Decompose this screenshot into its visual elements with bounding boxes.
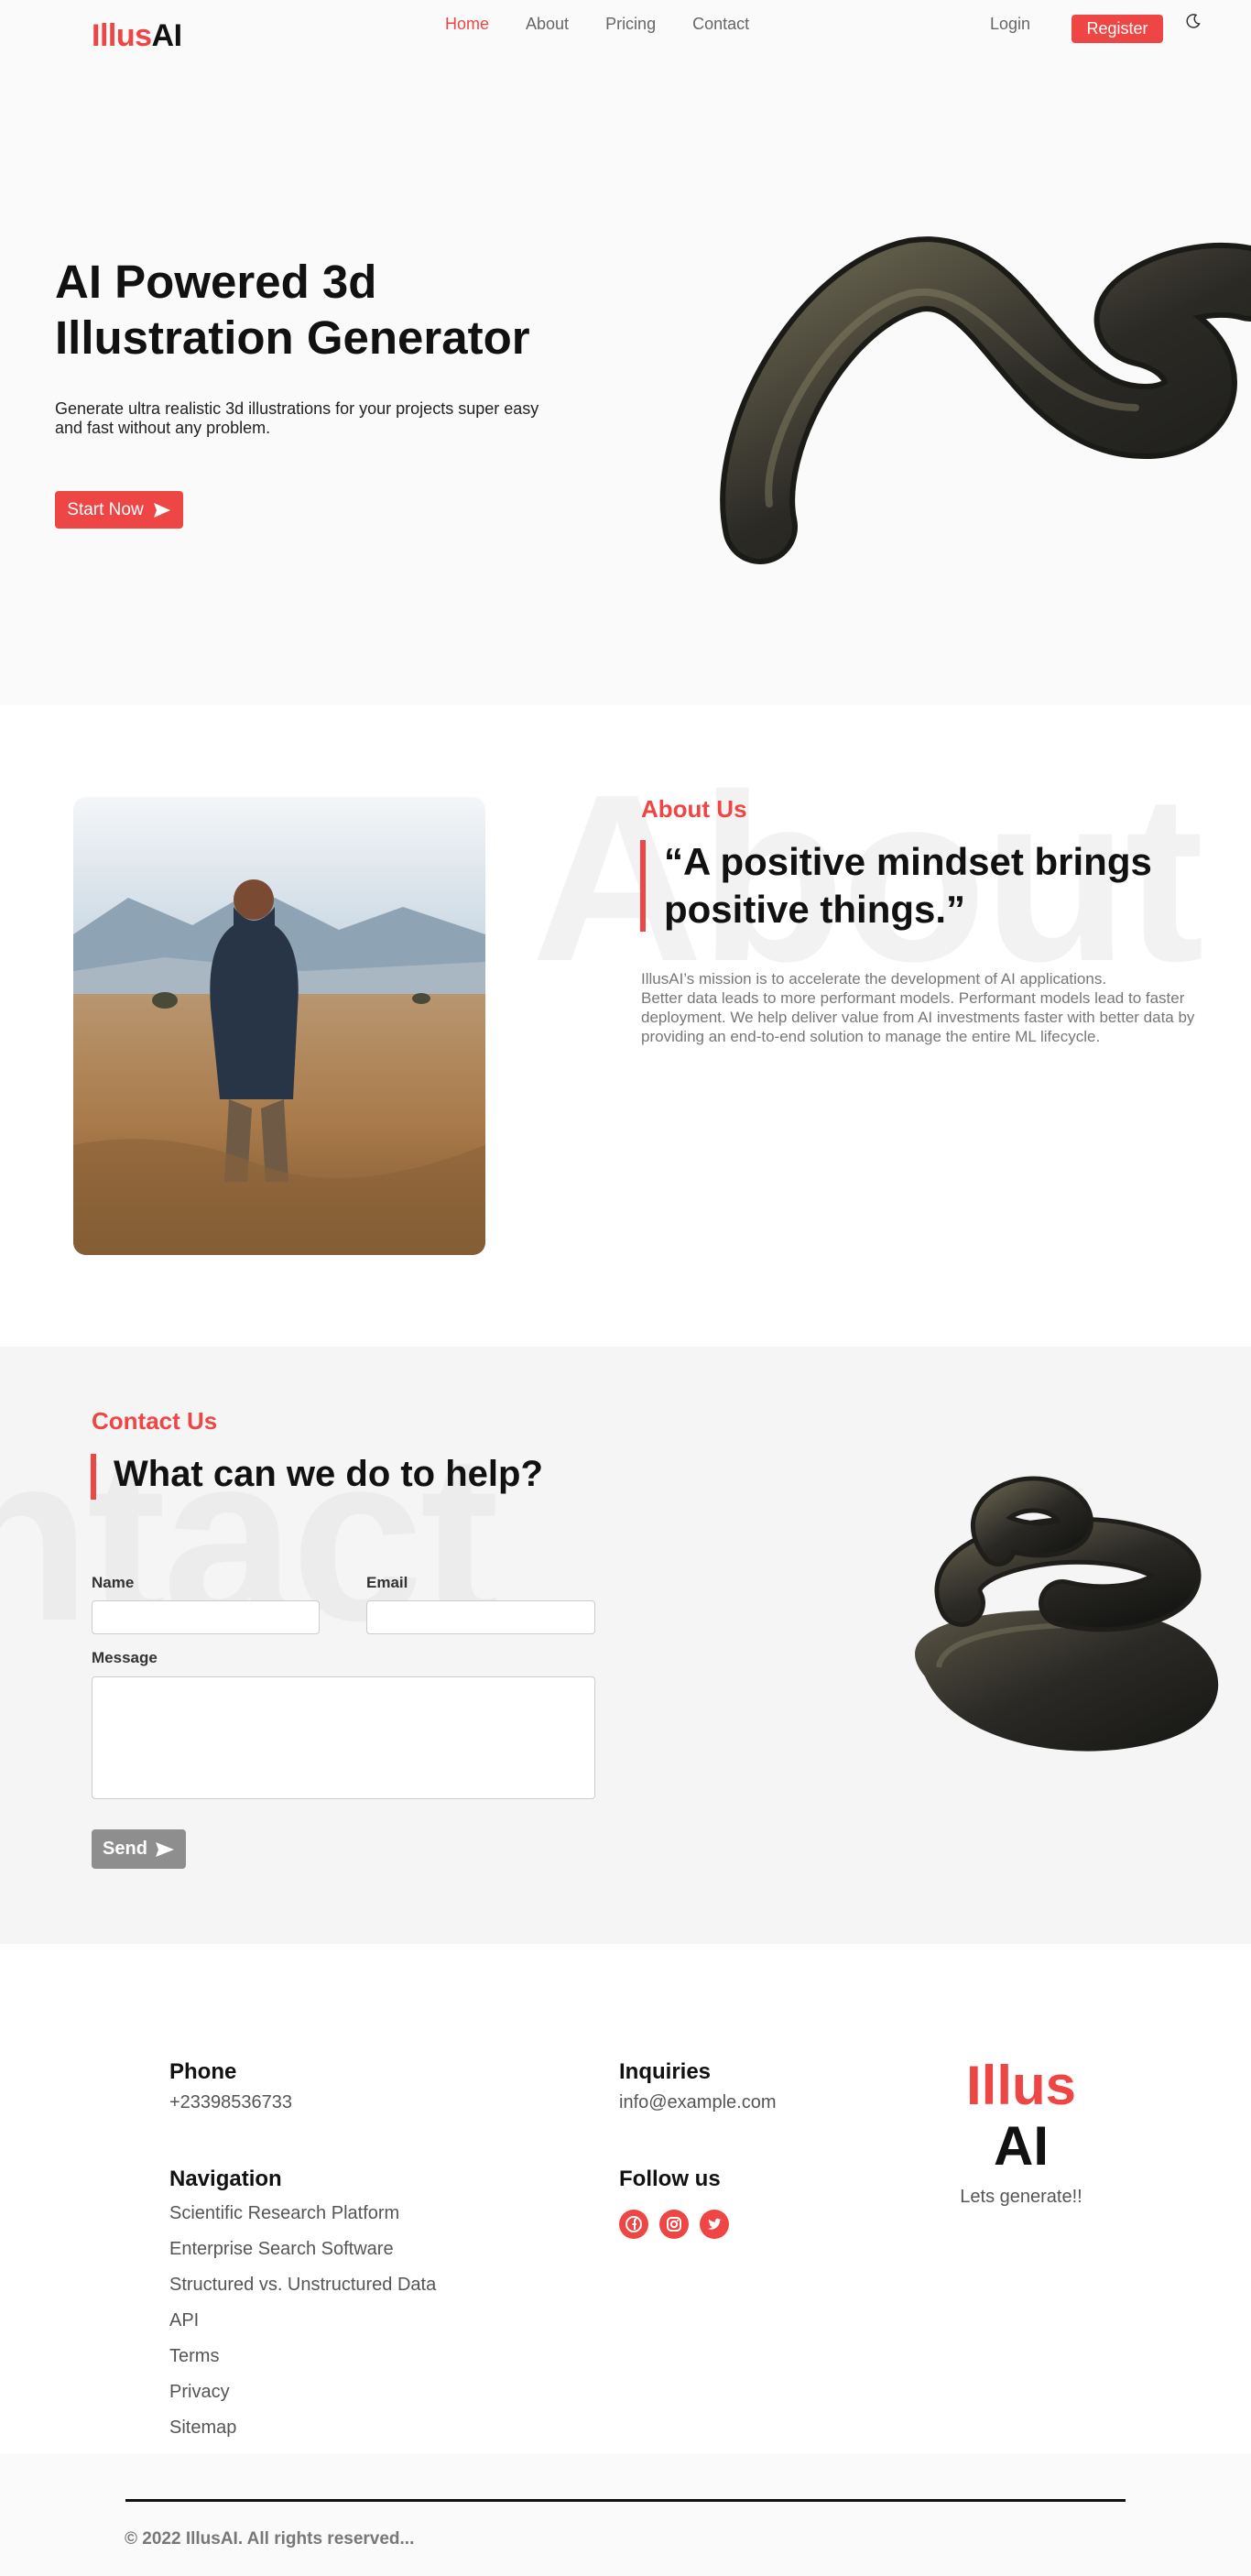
moon-icon[interactable] [1184, 12, 1202, 30]
hero-title: AI Powered 3d Illustration Generator [55, 256, 530, 364]
quote-accent-bar [640, 840, 646, 932]
twitter-icon[interactable] [700, 2210, 729, 2239]
about-text-line1: IllusAI’s mission is to accelerate the d… [641, 970, 1107, 988]
top-navbar: IllusAI Home About Pricing Contact Login… [0, 0, 1251, 64]
man-in-field-photo [73, 797, 485, 1255]
footer-logo-ai: AI [994, 2115, 1049, 2177]
about-label: About Us [641, 795, 747, 823]
nav-link-home[interactable]: Home [445, 15, 489, 34]
facebook-icon[interactable] [619, 2210, 648, 2239]
start-now-label: Start Now [67, 499, 144, 519]
about-section: About About Us “A positive mindset bring [0, 705, 1251, 1347]
about-text-line2: Better data leads to more performant mod… [641, 989, 1195, 1045]
register-button[interactable]: Register [1072, 15, 1163, 43]
inquiries-heading: Inquiries [619, 2059, 712, 2084]
phone-heading: Phone [169, 2059, 237, 2084]
footer-link-sitemap[interactable]: Sitemap [169, 2417, 436, 2452]
hero-description: Generate ultra realistic 3d illustration… [55, 399, 539, 437]
start-now-button[interactable]: Start Now [55, 491, 183, 529]
footer-link-structured-data[interactable]: Structured vs. Unstructured Data [169, 2274, 436, 2309]
hero-section: AI Powered 3d Illustration Generator Gen… [0, 64, 1251, 705]
name-label: Name [92, 1574, 135, 1591]
footer-logo-illus: Illus [965, 2055, 1077, 2116]
footer-tagline: Lets generate!! [960, 2187, 1082, 2207]
nav-link-contact[interactable]: Contact [692, 15, 749, 34]
phone-number[interactable]: +23398536733 [169, 2092, 292, 2113]
social-links [619, 2210, 729, 2239]
contact-watermark: ntact [0, 1405, 499, 1671]
logo-illus: Illus [92, 18, 152, 53]
nav-links: Home About Pricing Contact [445, 15, 786, 34]
inquiries-email[interactable]: info@example.com [619, 2092, 776, 2113]
footer-link-scientific-research[interactable]: Scientific Research Platform [169, 2202, 436, 2238]
copyright-text: © 2022 IllusAI. All rights reserved... [125, 2529, 415, 2549]
contact-label: Contact Us [92, 1407, 218, 1435]
message-textarea[interactable] [92, 1676, 595, 1799]
email-input[interactable] [366, 1600, 595, 1634]
send-arrow-icon [155, 1841, 174, 1857]
follow-heading: Follow us [619, 2167, 721, 2191]
navigation-heading: Navigation [169, 2167, 282, 2191]
nav-link-pricing[interactable]: Pricing [605, 15, 656, 34]
contact-heading: What can we do to help? [114, 1454, 543, 1494]
footer-link-privacy[interactable]: Privacy [169, 2381, 436, 2417]
footer-navigation-list: Scientific Research Platform Enterprise … [169, 2202, 436, 2452]
3d-tube-illustration [720, 236, 1251, 564]
footer-link-terms[interactable]: Terms [169, 2345, 436, 2381]
login-link[interactable]: Login [990, 15, 1030, 34]
contact-section: ntact Contact Us What can we do to help?… [0, 1347, 1251, 1944]
footer-divider [125, 2499, 1126, 2502]
send-button[interactable]: Send [92, 1829, 186, 1869]
message-label: Message [92, 1649, 158, 1666]
footer: Phone +23398536733 Inquiries info@exampl… [0, 1944, 1251, 2453]
nav-link-about[interactable]: About [526, 15, 569, 34]
about-quote: “A positive mindset brings positive thin… [664, 840, 1152, 931]
contact-accent-bar [91, 1454, 96, 1500]
instagram-icon[interactable] [659, 2210, 689, 2239]
logo-ai: AI [151, 18, 183, 53]
name-input[interactable] [92, 1600, 320, 1634]
footer-link-enterprise-search[interactable]: Enterprise Search Software [169, 2238, 436, 2274]
send-arrow-icon [153, 502, 170, 518]
footer-bottom-bar: © 2022 IllusAI. All rights reserved... [0, 2453, 1251, 2576]
3d-coil-illustration [915, 1476, 1219, 1752]
send-label: Send [103, 1839, 147, 1859]
logo[interactable]: IllusAI [92, 18, 182, 54]
about-text: IllusAI’s mission is to accelerate the d… [641, 969, 1236, 1046]
footer-link-api[interactable]: API [169, 2309, 436, 2345]
email-label: Email [366, 1574, 408, 1591]
